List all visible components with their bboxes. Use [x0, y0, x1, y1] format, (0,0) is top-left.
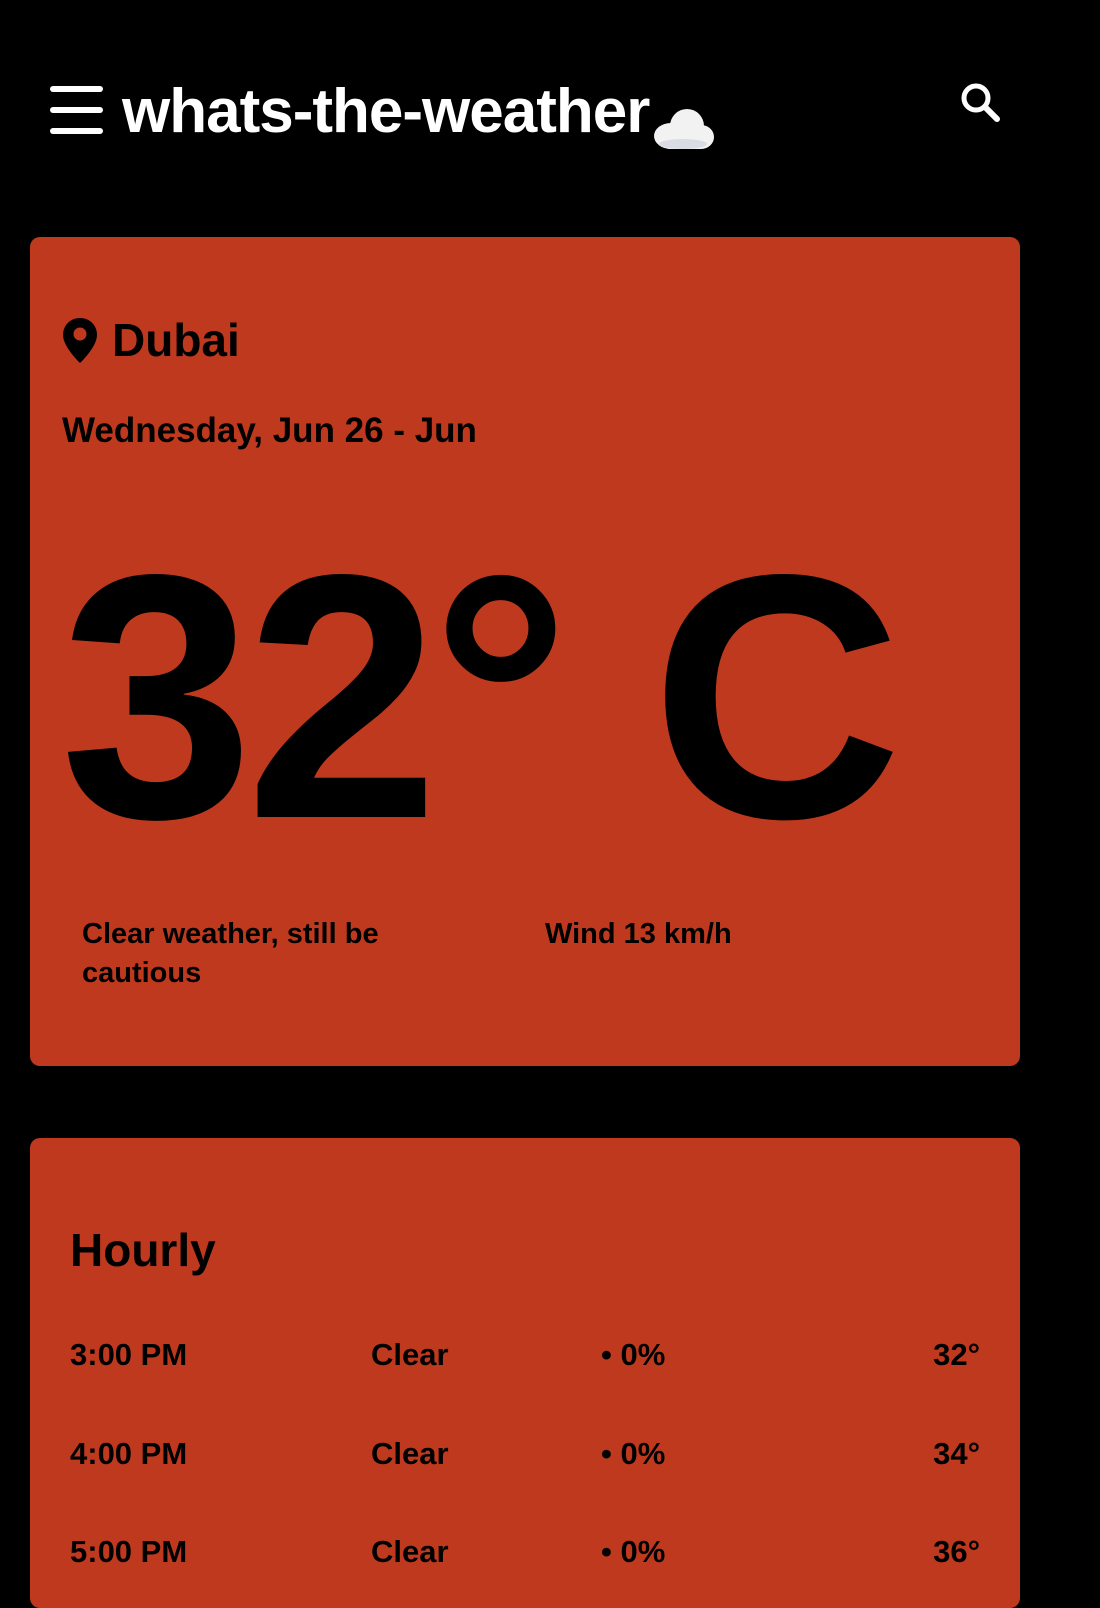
app-header: whats-the-weather: [0, 0, 1100, 200]
hour-condition: Clear: [371, 1534, 449, 1569]
hour-precipitation: • 0%: [601, 1436, 666, 1471]
city-name: Dubai: [112, 314, 240, 366]
hour-precipitation: • 0%: [601, 1337, 666, 1372]
hourly-forecast-card: Hourly 3:00 PM Clear • 0% 32° 4:00 PM Cl…: [30, 1138, 1020, 1608]
cloud-icon: [651, 90, 715, 170]
search-icon[interactable]: [958, 80, 1002, 124]
app-title-text: whats-the-weather: [122, 77, 650, 146]
hourly-row: 5:00 PM Clear • 0% 36°: [70, 1527, 980, 1577]
hour-temperature: 36°: [933, 1534, 980, 1569]
hour-temperature: 34°: [933, 1436, 980, 1471]
hourly-row: 4:00 PM Clear • 0% 34°: [70, 1429, 980, 1479]
hour-condition: Clear: [371, 1337, 449, 1372]
wind-speed: Wind 13 km/h: [545, 918, 732, 950]
current-temperature: 32° C: [60, 502, 902, 891]
hour-time: 3:00 PM: [70, 1337, 188, 1372]
hour-time: 5:00 PM: [70, 1534, 188, 1569]
weather-description: Clear weather, still be cautious: [82, 918, 379, 989]
hourly-title: Hourly: [70, 1224, 216, 1276]
hourly-row: 3:00 PM Clear • 0% 32°: [70, 1330, 980, 1380]
hour-precipitation: • 0%: [601, 1534, 666, 1569]
hour-condition: Clear: [371, 1436, 449, 1471]
app-title: whats-the-weather: [122, 72, 715, 152]
current-weather-card: Dubai Wednesday, Jun 26 - Jun 32° C Clea…: [30, 237, 1020, 1066]
date-label: Wednesday, Jun 26 - Jun: [62, 411, 477, 450]
hour-temperature: 32°: [933, 1337, 980, 1372]
location: Dubai: [62, 315, 240, 365]
hour-time: 4:00 PM: [70, 1436, 188, 1471]
map-pin-icon: [63, 318, 97, 363]
hamburger-menu-icon[interactable]: [50, 86, 103, 134]
